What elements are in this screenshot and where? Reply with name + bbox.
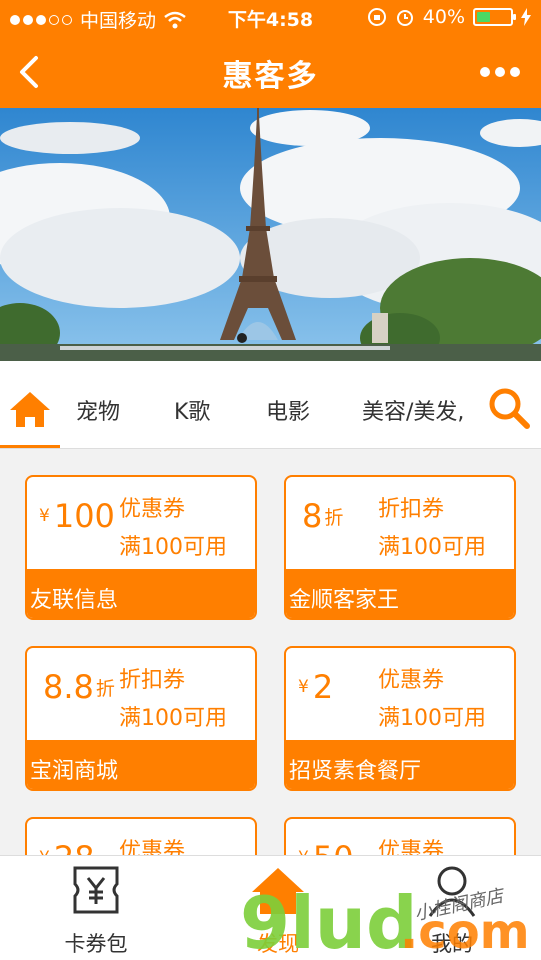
category-bar: 宠物 K歌 电影 美容/美发, [0, 361, 541, 449]
alarm-icon [396, 10, 413, 26]
tab-label: 发现 [257, 932, 299, 956]
battery-percent: 40% [422, 6, 465, 28]
coupon-grid: ¥100 优惠券 满100可用 友联信息 8折 折扣券 满100可用 金顺客家王… [0, 449, 541, 855]
coupon-type: 折扣券 [378, 497, 445, 522]
coupon-store-name: 招贤素食餐厅 [286, 740, 514, 789]
coupon-top: ¥50 优惠券 [286, 819, 514, 855]
tab-discover[interactable]: 发现 [188, 856, 368, 960]
coupon-amount: ¥50 [298, 839, 356, 855]
category-active-underline [0, 445, 60, 448]
battery-icon [473, 8, 516, 26]
page-title: 惠客多 [222, 59, 319, 94]
banner-image[interactable] [0, 108, 541, 361]
coupon-top: 8.8 折 折扣券 满100可用 [27, 648, 255, 740]
coupon-store-name: 金顺客家王 [286, 569, 514, 618]
coupon-type: 折扣券 [119, 668, 186, 693]
coupon-top: 8折 折扣券 满100可用 [286, 477, 514, 569]
coupon-amount: ¥2 [298, 668, 334, 706]
coupon-top: ¥28 优惠券 [27, 819, 255, 855]
category-item-ktv[interactable]: K歌 [174, 394, 210, 426]
coupon-type: 优惠券 [119, 497, 186, 522]
category-item-beauty[interactable]: 美容/美发, [362, 394, 464, 426]
coupon-top: ¥100 优惠券 满100可用 [27, 477, 255, 569]
coupon-amount: 8.8 折 [43, 668, 115, 706]
coupon-wallet-icon [73, 866, 119, 914]
coupon-amount: 8折 [302, 497, 344, 535]
tab-profile[interactable]: 我的 [362, 856, 541, 960]
tab-label: 我的 [431, 932, 473, 956]
coupon-type: 优惠券 [378, 839, 445, 855]
app-header: 中国移动 下午4:58 40% 惠客多 [0, 0, 541, 108]
coupon-condition: 满100可用 [119, 535, 227, 560]
coupon-card[interactable]: ¥2 优惠券 满100可用 招贤素食餐厅 [284, 646, 516, 791]
rotation-lock-icon [367, 8, 386, 26]
battery-level [477, 12, 490, 22]
coupon-condition: 满100可用 [378, 535, 486, 560]
coupon-type: 优惠券 [119, 839, 186, 855]
status-bar: 中国移动 下午4:58 40% [0, 0, 541, 34]
coupon-card[interactable]: ¥50 优惠券 [284, 817, 516, 855]
user-profile-icon [428, 866, 476, 917]
discover-house-icon [252, 868, 304, 914]
coupon-card[interactable]: 8.8 折 折扣券 满100可用 宝润商城 [25, 646, 257, 791]
coupon-condition: 满100可用 [378, 706, 486, 731]
coupon-store-name: 友联信息 [27, 569, 255, 618]
nav-bar: 惠客多 [0, 34, 541, 108]
charging-icon [521, 8, 531, 26]
coupon-top: ¥2 优惠券 满100可用 [286, 648, 514, 740]
bottom-tab-bar: 卡券包 发现 我的 [0, 855, 541, 960]
coupon-card[interactable]: 8折 折扣券 满100可用 金顺客家王 [284, 475, 516, 620]
status-right: 40% [367, 6, 531, 28]
coupon-condition: 满100可用 [119, 706, 227, 731]
coupon-card[interactable]: ¥28 优惠券 [25, 817, 257, 855]
coupon-store-name: 宝润商城 [27, 740, 255, 789]
category-item-pet[interactable]: 宠物 [76, 394, 120, 426]
search-icon[interactable] [487, 386, 531, 430]
home-icon[interactable] [8, 389, 52, 429]
page: 中国移动 下午4:58 40% 惠客多 宠物 K歌 电影 美容/美发, ¥ 10… [0, 0, 541, 960]
category-item-movie[interactable]: 电影 [266, 394, 310, 426]
coupon-amount: ¥100 [39, 497, 115, 535]
coupon-card[interactable]: ¥100 优惠券 满100可用 友联信息 [25, 475, 257, 620]
coupon-type: 优惠券 [378, 668, 445, 693]
more-dots-icon[interactable] [479, 62, 521, 82]
tab-label: 卡券包 [64, 932, 128, 956]
tab-coupon-wallet[interactable]: 卡券包 [6, 856, 186, 960]
coupon-amount: ¥28 [39, 839, 97, 855]
